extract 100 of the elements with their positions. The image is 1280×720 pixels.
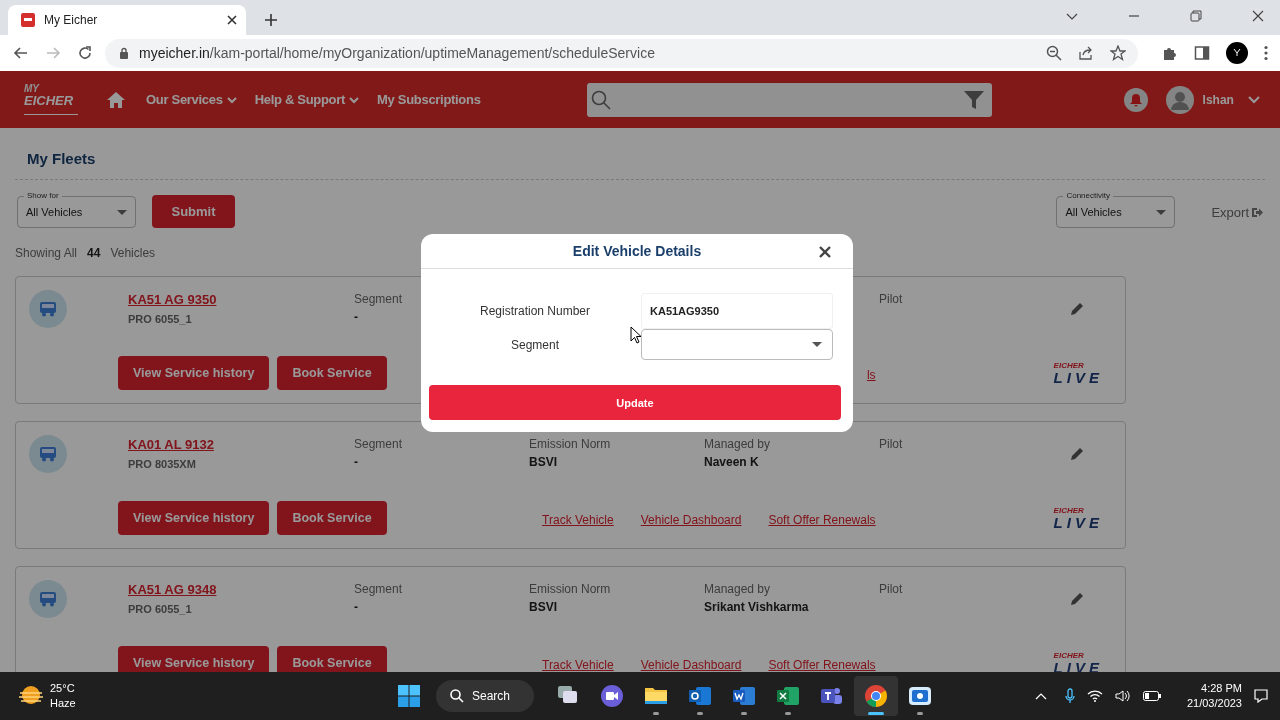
mail-app-icon [688, 684, 712, 708]
running-indicator [653, 712, 659, 715]
browser-tab[interactable]: My Eicher [8, 5, 246, 35]
bell-icon [1128, 92, 1143, 107]
chevron-down-icon[interactable] [1247, 95, 1260, 104]
volume-icon[interactable] [1114, 690, 1131, 702]
taskbar-search[interactable]: Search [436, 680, 534, 712]
running-indicator [868, 712, 884, 715]
nav-menu-item[interactable]: Our Services [146, 92, 237, 107]
search-icon [590, 89, 611, 110]
book-service-button[interactable]: Book Service [277, 356, 387, 390]
live-logo: EICHER LIVE [1053, 506, 1103, 530]
field-label: Emission Norm [529, 582, 611, 596]
registration-link[interactable]: KA51 AG 9348 [128, 582, 217, 597]
new-tab-icon[interactable] [264, 13, 278, 27]
book-service-button[interactable]: Book Service [277, 646, 387, 672]
view-history-button[interactable]: View Service history [118, 501, 270, 535]
user-name[interactable]: Ishan [1202, 92, 1234, 107]
favicon-icon [21, 13, 35, 27]
running-indicator [697, 712, 703, 715]
view-history-button[interactable]: View Service history [118, 646, 270, 672]
field-label: Pilot [879, 582, 903, 596]
share-icon[interactable] [1078, 45, 1094, 61]
view-history-button[interactable]: View Service history [118, 356, 270, 390]
site-logo[interactable]: MY EICHER [24, 84, 82, 115]
mouse-cursor-icon [630, 326, 642, 344]
export-link[interactable]: Export [1211, 204, 1263, 220]
registration-field[interactable]: KA51AG9350 [641, 293, 833, 329]
vehicle-model: PRO 6055_1 [128, 313, 193, 325]
nav-menu-item[interactable]: My Subscriptions [377, 92, 481, 107]
field-value: BSVI [529, 455, 557, 469]
search-field[interactable] [586, 82, 992, 117]
dropdown-caret-icon [1156, 209, 1167, 215]
nav-menu-item[interactable]: Help & Support [254, 92, 360, 107]
pencil-icon[interactable] [1070, 592, 1084, 606]
vehicle-link[interactable]: Vehicle Dashboard [640, 658, 742, 672]
update-button[interactable]: Update [429, 385, 841, 420]
vehicle-link[interactable]: Track Vehicle [542, 513, 614, 527]
page-title: My Fleets [15, 128, 1265, 180]
vehicle-model: PRO 8035XM [128, 458, 197, 470]
star-icon[interactable] [1110, 45, 1126, 61]
zoom-out-icon[interactable] [1046, 45, 1062, 61]
truck-drawing [39, 591, 57, 607]
temperature: 25°C [50, 680, 76, 696]
user-avatar-icon[interactable] [1165, 85, 1194, 114]
screen-recorder-icon [908, 684, 932, 708]
chevron-up-icon[interactable] [1034, 692, 1047, 700]
vehicle-link[interactable]: ls [866, 368, 876, 382]
weather-haze-icon[interactable] [18, 685, 44, 707]
export-icon [1251, 206, 1263, 218]
profile-avatar-icon[interactable] [1226, 42, 1248, 64]
pencil-icon[interactable] [1070, 447, 1084, 461]
vehicle-link[interactable]: Vehicle Dashboard [640, 513, 742, 527]
vehicle-link[interactable]: Soft Offer Renewals [768, 513, 876, 527]
submit-button[interactable]: Submit [152, 194, 235, 228]
dropdown-caret-icon [812, 342, 822, 347]
side-panel-icon[interactable] [1194, 45, 1210, 61]
extensions-icon[interactable] [1162, 45, 1178, 61]
spreadsheet-app-icon [776, 684, 800, 708]
reload-icon[interactable] [77, 45, 93, 61]
browser-app-icon [864, 684, 888, 708]
dialog-title: Edit Vehicle Details [572, 243, 702, 259]
registration-link[interactable]: KA51 AG 9350 [128, 292, 217, 307]
truck-drawing [39, 301, 57, 317]
live-logo: EICHER LIVE [1053, 651, 1103, 672]
vehicle-link[interactable]: Track Vehicle [542, 658, 614, 672]
field-value: BSVI [529, 600, 557, 614]
lock-icon [119, 47, 129, 59]
book-service-button[interactable]: Book Service [277, 501, 387, 535]
battery-icon[interactable] [1142, 691, 1161, 701]
more-menu-icon[interactable] [1264, 45, 1268, 61]
showing-label: Showing All [15, 246, 78, 260]
clock-date[interactable]: 21/03/2023 [1186, 696, 1242, 712]
field-label: Segment [354, 437, 403, 451]
restore-icon[interactable] [1190, 10, 1202, 22]
close-icon[interactable] [1252, 10, 1264, 22]
back-icon[interactable] [13, 45, 29, 61]
field-label: Managed by [704, 437, 771, 451]
close-icon[interactable] [819, 246, 831, 258]
home-icon[interactable] [107, 91, 125, 108]
pencil-icon[interactable] [1070, 302, 1084, 316]
document-app-icon [732, 684, 756, 708]
vehicle-link[interactable]: Soft Offer Renewals [768, 658, 876, 672]
running-indicator [785, 712, 791, 715]
registration-link[interactable]: KA01 AL 9132 [128, 437, 214, 452]
start-icon[interactable] [398, 685, 420, 707]
tab-title: My Eicher [44, 13, 99, 27]
filter-icon[interactable] [963, 89, 984, 110]
wifi-icon[interactable] [1086, 690, 1103, 702]
microphone-icon[interactable] [1064, 688, 1075, 704]
close-icon[interactable] [226, 14, 238, 26]
address-bar[interactable]: myeicher.in/kam-portal/home/myOrganization/uptimeManagement/scheduleService [105, 38, 1138, 68]
clock-time[interactable]: 4:28 PM [1201, 680, 1242, 696]
taskbar-app[interactable] [854, 676, 898, 716]
field-label: Segment [510, 337, 560, 352]
notification-bell-icon[interactable] [1123, 87, 1148, 112]
field-value: Srikant Vishkarma [704, 600, 809, 614]
field-value: - [354, 310, 358, 324]
field-label: Emission Norm [529, 437, 611, 451]
notification-icon[interactable] [1254, 689, 1268, 703]
